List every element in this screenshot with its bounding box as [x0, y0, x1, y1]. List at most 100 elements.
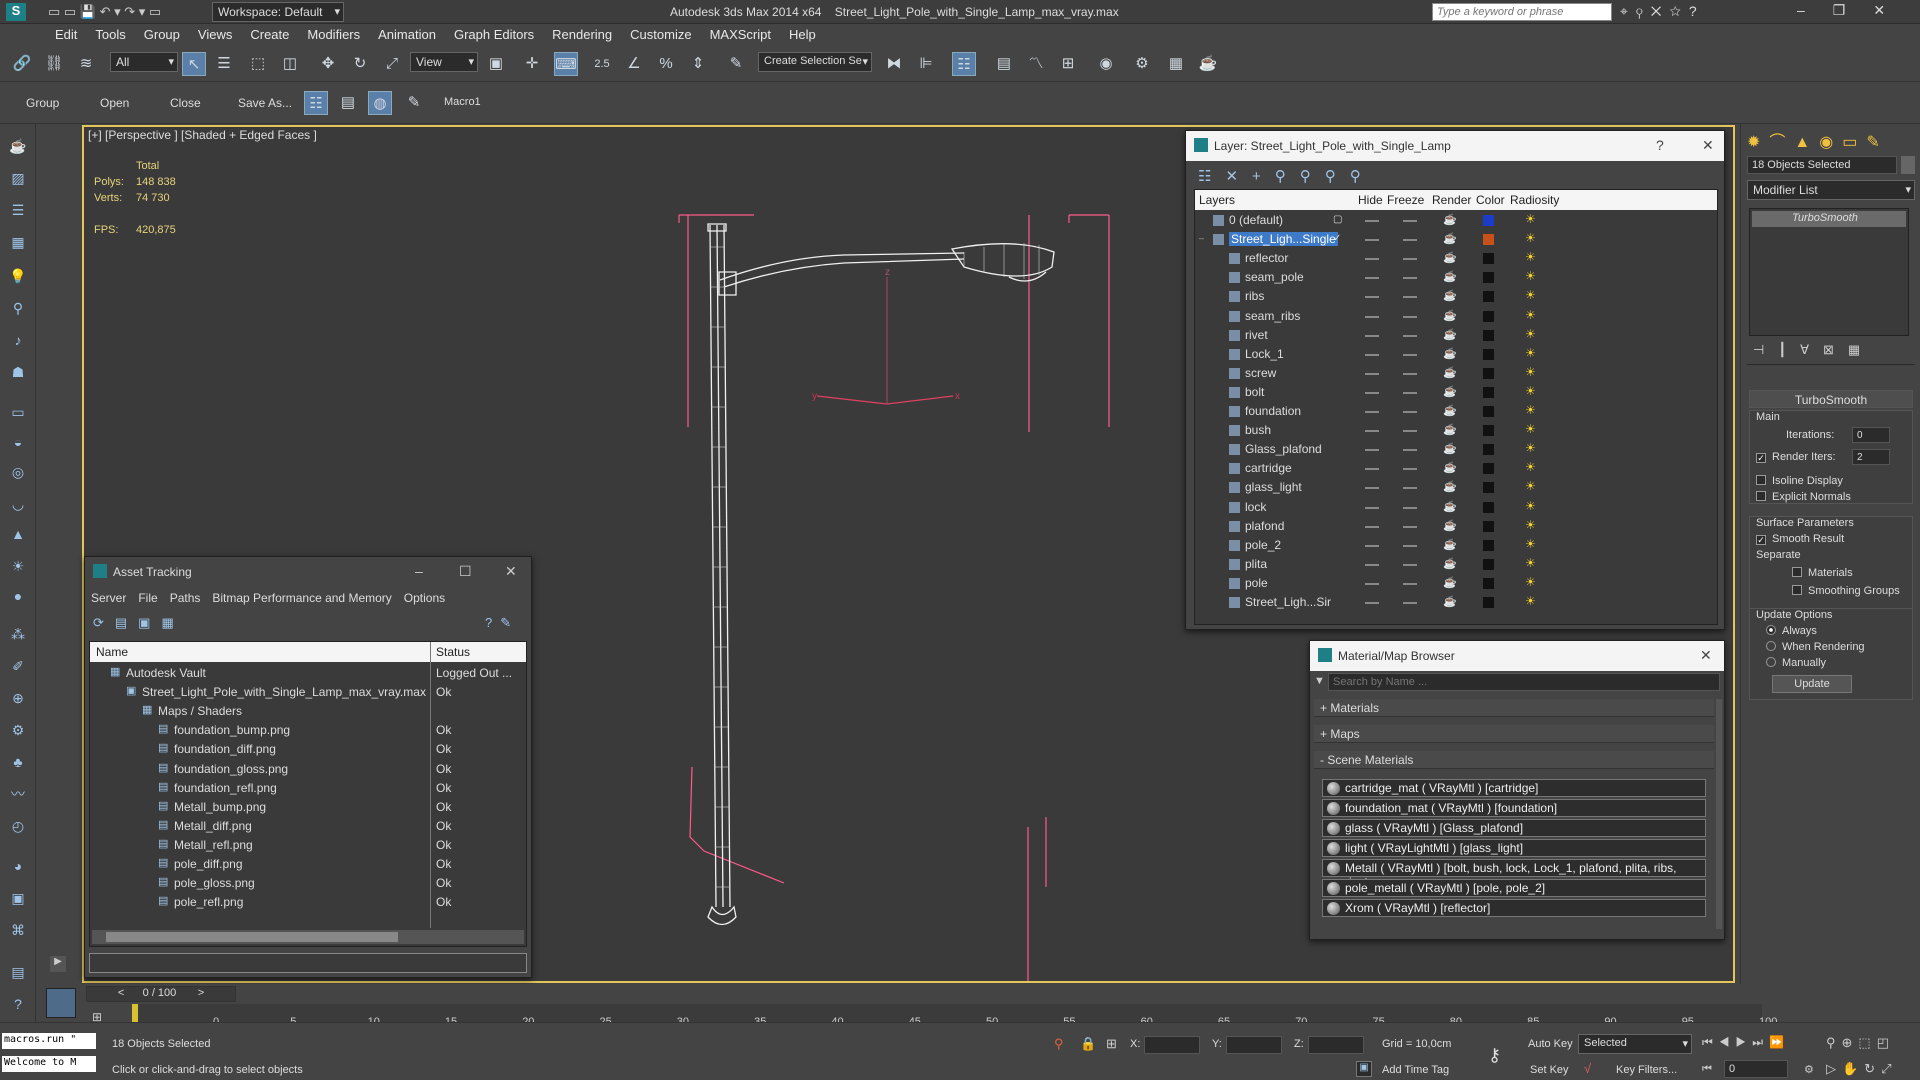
current-layer-icon[interactable]: ✓: [1333, 233, 1341, 244]
schematic-view-icon[interactable]: ⊞: [1056, 52, 1080, 76]
smooth-result-checkbox[interactable]: ✓: [1756, 535, 1766, 545]
layer-color-swatch[interactable]: [1483, 253, 1494, 265]
layer-row[interactable]: plita ☕ ☀: [1195, 556, 1715, 575]
render-teapot-icon[interactable]: ☕: [1443, 385, 1457, 398]
light-bulb-icon[interactable]: 💡: [6, 264, 30, 288]
asset-row[interactable]: ▤ foundation_bump.png Ok: [90, 721, 526, 740]
scene-material-item[interactable]: Metall ( VRayMtl ) [bolt, bush, lock, Lo…: [1322, 859, 1706, 889]
lens-icon[interactable]: ◴: [6, 814, 30, 838]
material-editor-icon[interactable]: ◉: [1094, 52, 1118, 76]
scene-material-item[interactable]: glass ( VRayMtl ) [Glass_plafond]: [1322, 819, 1706, 837]
freeze-toggle[interactable]: [1403, 391, 1417, 394]
rendered-frame-icon[interactable]: ▦: [1164, 52, 1188, 76]
sphere-icon[interactable]: ◒: [6, 430, 30, 454]
freeze-toggle[interactable]: [1403, 544, 1417, 547]
open-button[interactable]: Open: [100, 96, 129, 110]
render-teapot-icon[interactable]: ☕: [1443, 309, 1457, 322]
radiosity-icon[interactable]: ☀: [1525, 575, 1536, 589]
render-iters-row[interactable]: ✓ Render Iters:: [1756, 451, 1836, 463]
freeze-toggle[interactable]: [1403, 563, 1417, 566]
freeze-toggle[interactable]: [1403, 487, 1417, 490]
command-panel-tabs[interactable]: ✹⌒▲◉▭✎: [1747, 128, 1889, 152]
group-maps[interactable]: + Maps: [1314, 725, 1714, 743]
search-icon[interactable]: ▼: [1314, 675, 1325, 687]
radiosity-icon[interactable]: ☀: [1525, 460, 1536, 474]
layer-color-swatch[interactable]: [1483, 577, 1494, 589]
rotate-icon[interactable]: ↻: [348, 52, 372, 76]
hide-toggle[interactable]: [1365, 544, 1379, 547]
layer-name[interactable]: pole: [1245, 576, 1268, 590]
sound-icon[interactable]: ♪: [6, 328, 30, 352]
always-radio[interactable]: [1766, 625, 1776, 635]
menu-create[interactable]: Create: [241, 24, 298, 42]
render-teapot-icon[interactable]: ☕: [1443, 270, 1457, 283]
freeze-toggle[interactable]: [1403, 430, 1417, 433]
hide-toggle[interactable]: [1365, 468, 1379, 471]
scene-material-item[interactable]: Xrom ( VRayMtl ) [reflector]: [1322, 899, 1706, 917]
always-row[interactable]: Always: [1766, 625, 1817, 637]
spinner-snap-icon[interactable]: ⇕: [686, 52, 710, 76]
asset-menu-bitmap[interactable]: Bitmap Performance and Memory: [212, 591, 391, 605]
help-search-input[interactable]: [1432, 3, 1612, 21]
asset-tracking-icon[interactable]: ▤: [336, 91, 360, 115]
key-filters-button[interactable]: Key Filters...: [1616, 1064, 1677, 1076]
layer-name[interactable]: glass_light: [1245, 480, 1302, 494]
window-controls[interactable]: –❐✕: [1797, 2, 1913, 19]
menu-modifiers[interactable]: Modifiers: [298, 24, 369, 42]
layer-color-swatch[interactable]: [1483, 425, 1494, 437]
key-mode-toggle-icon[interactable]: ⏮: [1702, 1063, 1712, 1076]
infocenter-icons[interactable]: ⌖⚲✕☆?: [1620, 3, 1705, 20]
asset-menu-file[interactable]: File: [138, 591, 157, 605]
layer-name[interactable]: ribs: [1245, 289, 1264, 303]
hide-toggle[interactable]: [1365, 315, 1379, 318]
scene-material-item[interactable]: light ( VRayLightMtl ) [glass_light]: [1322, 839, 1706, 857]
layer-color-swatch[interactable]: [1483, 367, 1494, 379]
move-icon[interactable]: ✥: [316, 52, 340, 76]
radiosity-icon[interactable]: ☀: [1525, 212, 1536, 226]
layer-color-swatch[interactable]: [1483, 348, 1494, 360]
radiosity-icon[interactable]: ☀: [1525, 479, 1536, 493]
isolate-icon[interactable]: ⚲: [1054, 1036, 1064, 1052]
manually-radio[interactable]: [1766, 657, 1776, 667]
radiosity-icon[interactable]: ☀: [1525, 384, 1536, 398]
menu-edit[interactable]: Edit: [0, 24, 86, 42]
menu-help[interactable]: Help: [780, 24, 825, 42]
maximize-icon[interactable]: ☐: [459, 563, 472, 580]
asset-row[interactable]: ▣ Street_Light_Pole_with_Single_Lamp_max_…: [90, 683, 526, 702]
region-select-icon[interactable]: ⬚: [246, 52, 270, 76]
macro-button[interactable]: Macro1: [444, 96, 481, 108]
named-selection-dropdown[interactable]: Create Selection Se: [758, 52, 872, 72]
hide-toggle[interactable]: [1365, 430, 1379, 433]
layer-name[interactable]: cartridge: [1245, 461, 1292, 475]
graphite-toolbar-icon[interactable]: ▤: [992, 52, 1016, 76]
angle-snap-icon[interactable]: ∠: [622, 52, 646, 76]
render-teapot-icon[interactable]: ☕: [1443, 366, 1457, 379]
percent-snap-icon[interactable]: %: [654, 52, 678, 76]
render-teapot-icon[interactable]: ☕: [1443, 423, 1457, 436]
hide-toggle[interactable]: [1365, 277, 1379, 280]
freeze-toggle[interactable]: [1403, 239, 1417, 242]
layer-name[interactable]: bolt: [1245, 385, 1264, 399]
expand-arrow-icon[interactable]: ▶: [50, 956, 66, 972]
layer-row[interactable]: rivet ☕ ☀: [1195, 327, 1715, 346]
set-key-button[interactable]: Set Key: [1530, 1064, 1569, 1076]
hide-toggle[interactable]: [1365, 334, 1379, 337]
radiosity-icon[interactable]: ☀: [1525, 250, 1536, 264]
layer-row[interactable]: seam_pole ☕ ☀: [1195, 269, 1715, 288]
radiosity-icon[interactable]: ☀: [1525, 594, 1536, 608]
close-icon[interactable]: ✕: [1700, 647, 1712, 664]
render-teapot-icon[interactable]: ☕: [1443, 232, 1457, 245]
asset-row[interactable]: ▤ foundation_refl.png Ok: [90, 779, 526, 798]
layer-row[interactable]: – Street_Ligh...Single ✓ ☕ ☀: [1195, 231, 1715, 250]
plane-icon[interactable]: ▭: [6, 400, 30, 424]
layer-name[interactable]: reflector: [1245, 251, 1288, 265]
render-teapot-icon[interactable]: ☕: [1443, 538, 1457, 551]
asset-row[interactable]: ▦ Maps / Shaders: [90, 702, 526, 721]
scene-material-item[interactable]: cartridge_mat ( VRayMtl ) [cartridge]: [1322, 779, 1706, 797]
layer-row[interactable]: pole_2 ☕ ☀: [1195, 537, 1715, 556]
layer-color-swatch[interactable]: [1483, 539, 1494, 551]
bowl-icon[interactable]: ◡: [6, 492, 30, 516]
x-coordinate-field[interactable]: [1144, 1036, 1200, 1054]
menu-customize[interactable]: Customize: [621, 24, 700, 42]
hide-toggle[interactable]: [1365, 525, 1379, 528]
